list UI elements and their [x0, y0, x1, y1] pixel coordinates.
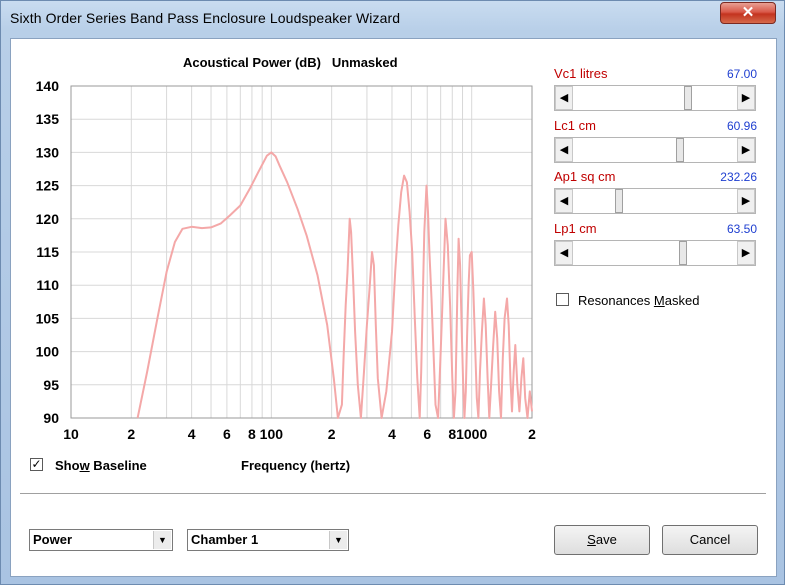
- chevron-down-icon[interactable]: ▼: [153, 531, 171, 549]
- x-tick-label: 6: [423, 426, 431, 442]
- x-tick-label: 10: [63, 426, 79, 442]
- scroll-right-icon[interactable]: ▶: [737, 189, 755, 213]
- x-axis-ticks: 10 2 4 6 8 100 2 4 6 8 1000 2: [63, 426, 536, 442]
- scroll-thumb[interactable]: [679, 241, 687, 265]
- scroll-left-icon[interactable]: ◀: [555, 86, 573, 110]
- show-baseline-label[interactable]: Show Baseline: [55, 458, 147, 473]
- scroll-right-icon[interactable]: ▶: [737, 86, 755, 110]
- y-tick-label: 130: [36, 144, 60, 160]
- x-tick-label: 1000: [456, 426, 487, 442]
- scroll-left-icon[interactable]: ◀: [555, 241, 573, 265]
- mode-combo-value: Power: [33, 532, 73, 547]
- y-tick-label: 95: [43, 377, 59, 393]
- frequency-axis-label: Frequency (hertz): [241, 458, 351, 473]
- cancel-button[interactable]: Cancel: [662, 525, 758, 555]
- param-scrollbar[interactable]: ◀ ▶: [554, 85, 756, 111]
- y-tick-label: 125: [36, 178, 60, 194]
- y-tick-label: 110: [36, 277, 59, 293]
- param-value: 232.26: [720, 170, 757, 184]
- x-tick-label: 4: [388, 426, 396, 442]
- scroll-left-icon[interactable]: ◀: [555, 189, 573, 213]
- y-tick-label: 90: [43, 410, 59, 426]
- y-tick-label: 100: [36, 344, 60, 360]
- param-value: 60.96: [726, 119, 757, 133]
- y-tick-label: 140: [36, 78, 60, 94]
- chamber-combo-value: Chamber 1: [191, 532, 259, 547]
- param-scrollbar[interactable]: ◀ ▶: [554, 137, 756, 163]
- x-tick-label: 2: [528, 426, 536, 442]
- param-label: Ap1 sq cm: [554, 169, 616, 184]
- scroll-left-icon[interactable]: ◀: [555, 138, 573, 162]
- y-tick-label: 115: [36, 244, 59, 260]
- checkmark-icon: ✓: [31, 457, 42, 471]
- x-tick-label: 2: [328, 426, 336, 442]
- resonances-masked-label[interactable]: Resonances Masked: [578, 293, 699, 308]
- scroll-thumb[interactable]: [684, 86, 692, 110]
- x-tick-label: 100: [260, 426, 284, 442]
- y-tick-label: 120: [36, 211, 60, 227]
- x-tick-label: 8: [248, 426, 256, 442]
- param-value: 63.50: [726, 222, 757, 236]
- param-label: Lp1 cm: [554, 221, 597, 236]
- scroll-thumb[interactable]: [676, 138, 684, 162]
- param-label: Lc1 cm: [554, 118, 596, 133]
- scroll-thumb[interactable]: [615, 189, 623, 213]
- param-value: 67.00: [726, 67, 757, 81]
- x-tick-label: 6: [223, 426, 231, 442]
- mode-combo[interactable]: Power ▼: [29, 529, 173, 551]
- chevron-down-icon[interactable]: ▼: [329, 531, 347, 549]
- x-tick-label: 4: [188, 426, 196, 442]
- resonances-masked-checkbox[interactable]: [556, 293, 569, 306]
- y-axis-ticks: 140 135 130 125 120 115 110 105 100 95 90: [36, 78, 60, 426]
- y-tick-label: 135: [36, 111, 60, 127]
- separator-line: [20, 493, 766, 495]
- save-button[interactable]: Save: [554, 525, 650, 555]
- wizard-window: Sixth Order Series Band Pass Enclosure L…: [0, 0, 785, 585]
- param-scrollbar[interactable]: ◀ ▶: [554, 240, 756, 266]
- param-scrollbar[interactable]: ◀ ▶: [554, 188, 756, 214]
- scroll-right-icon[interactable]: ▶: [737, 241, 755, 265]
- show-baseline-checkbox[interactable]: ✓: [30, 458, 43, 471]
- scroll-right-icon[interactable]: ▶: [737, 138, 755, 162]
- y-tick-label: 105: [36, 310, 60, 326]
- param-label: Vc1 litres: [554, 66, 608, 81]
- chamber-combo[interactable]: Chamber 1 ▼: [187, 529, 349, 551]
- x-tick-label: 2: [127, 426, 135, 442]
